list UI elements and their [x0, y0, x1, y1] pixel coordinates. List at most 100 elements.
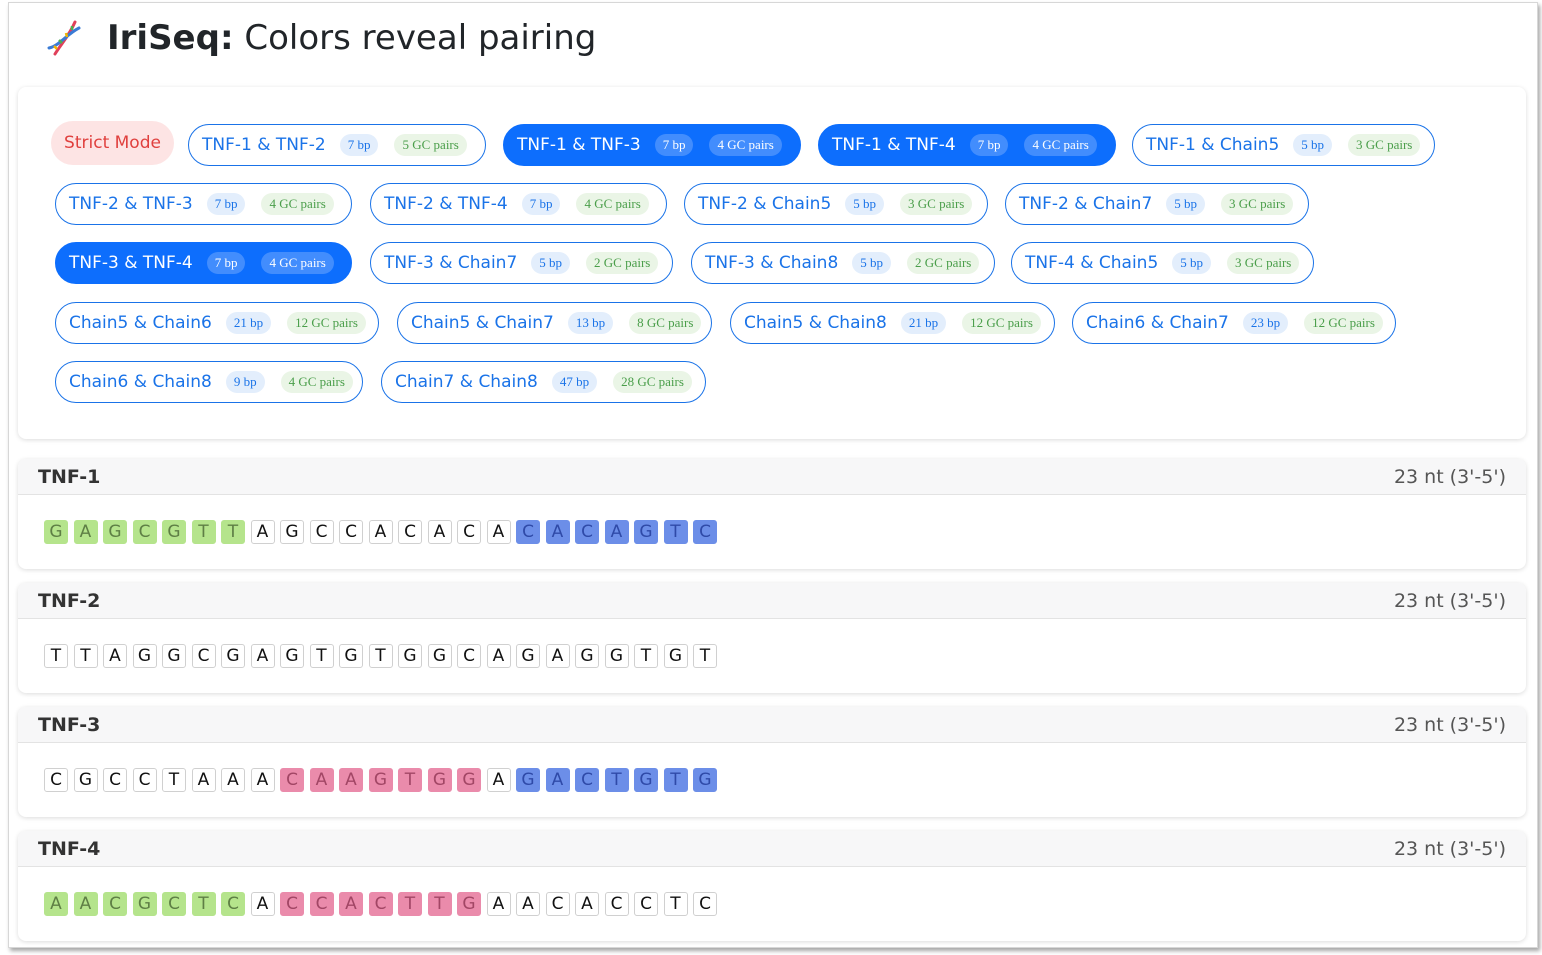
nucleotide[interactable]: C — [604, 892, 629, 916]
nucleotide[interactable]: G — [427, 768, 452, 792]
nucleotide[interactable]: G — [634, 768, 658, 792]
nucleotide[interactable]: T — [191, 520, 216, 544]
nucleotide[interactable]: T — [427, 892, 452, 916]
nucleotide[interactable]: C — [191, 644, 216, 668]
nucleotide[interactable]: A — [44, 892, 68, 916]
nucleotide[interactable]: C — [309, 892, 334, 916]
nucleotide[interactable]: G — [103, 520, 127, 544]
nucleotide[interactable]: G — [604, 644, 629, 668]
nucleotide[interactable]: T — [44, 644, 68, 668]
nucleotide[interactable]: C — [575, 768, 599, 792]
nucleotide[interactable]: G — [398, 644, 422, 668]
nucleotide[interactable]: A — [575, 892, 599, 916]
nucleotide[interactable]: T — [663, 768, 688, 792]
nucleotide[interactable]: C — [162, 892, 186, 916]
nucleotide[interactable]: C — [44, 768, 68, 792]
nucleotide[interactable]: A — [516, 892, 540, 916]
nucleotide[interactable]: G — [427, 644, 452, 668]
nucleotide[interactable]: A — [604, 520, 629, 544]
nucleotide[interactable]: T — [398, 768, 422, 792]
nucleotide[interactable]: G — [516, 768, 540, 792]
nucleotide[interactable]: A — [339, 892, 363, 916]
nucleotide[interactable]: A — [545, 768, 570, 792]
nucleotide[interactable]: A — [73, 892, 98, 916]
nucleotide[interactable]: C — [693, 892, 717, 916]
nucleotide[interactable]: A — [486, 520, 511, 544]
nucleotide[interactable]: A — [250, 520, 275, 544]
nucleotide[interactable]: A — [486, 892, 511, 916]
nucleotide[interactable]: A — [309, 768, 334, 792]
nucleotide[interactable]: G — [221, 644, 245, 668]
nucleotide[interactable]: C — [132, 768, 157, 792]
nucleotide[interactable]: G — [162, 520, 186, 544]
nucleotide[interactable]: G — [663, 644, 688, 668]
nucleotide[interactable]: C — [132, 520, 157, 544]
nucleotide[interactable]: A — [427, 520, 452, 544]
nucleotide[interactable]: A — [486, 644, 511, 668]
pair-pill[interactable]: TNF-2 & Chain5 5 bp 3 GC pairs — [684, 183, 988, 225]
nucleotide[interactable]: C — [457, 520, 481, 544]
pair-pill[interactable]: Chain7 & Chain8 47 bp 28 GC pairs — [381, 361, 706, 403]
nucleotide[interactable]: C — [103, 768, 127, 792]
pair-pill[interactable]: TNF-1 & TNF-3 7 bp 4 GC pairs — [503, 124, 801, 166]
nucleotide[interactable]: C — [280, 892, 304, 916]
nucleotide[interactable]: A — [339, 768, 363, 792]
nucleotide[interactable]: T — [663, 520, 688, 544]
nucleotide[interactable]: T — [634, 644, 658, 668]
nucleotide[interactable]: G — [280, 520, 304, 544]
nucleotide[interactable]: C — [398, 520, 422, 544]
nucleotide[interactable]: T — [162, 768, 186, 792]
nucleotide[interactable]: C — [693, 520, 717, 544]
nucleotide[interactable]: G — [457, 892, 481, 916]
nucleotide[interactable]: A — [545, 520, 570, 544]
nucleotide[interactable]: A — [250, 768, 275, 792]
nucleotide[interactable]: A — [250, 644, 275, 668]
nucleotide[interactable]: C — [634, 892, 658, 916]
nucleotide[interactable]: A — [545, 644, 570, 668]
pair-pill[interactable]: TNF-3 & TNF-4 7 bp 4 GC pairs — [55, 242, 352, 284]
nucleotide[interactable]: G — [339, 644, 363, 668]
nucleotide[interactable]: C — [103, 892, 127, 916]
pair-pill[interactable]: TNF-1 & TNF-4 7 bp 4 GC pairs — [818, 124, 1116, 166]
pair-pill[interactable]: Chain6 & Chain8 9 bp 4 GC pairs — [55, 361, 363, 403]
nucleotide[interactable]: A — [368, 520, 393, 544]
nucleotide[interactable]: C — [457, 644, 481, 668]
nucleotide[interactable]: C — [309, 520, 334, 544]
pair-pill[interactable]: Chain5 & Chain8 21 bp 12 GC pairs — [730, 302, 1055, 344]
nucleotide[interactable]: G — [280, 644, 304, 668]
nucleotide[interactable]: T — [604, 768, 629, 792]
pair-pill[interactable]: TNF-3 & Chain7 5 bp 2 GC pairs — [370, 242, 673, 284]
nucleotide[interactable]: G — [368, 768, 393, 792]
nucleotide[interactable]: T — [398, 892, 422, 916]
nucleotide[interactable]: G — [457, 768, 481, 792]
nucleotide[interactable]: T — [191, 892, 216, 916]
nucleotide[interactable]: T — [73, 644, 98, 668]
nucleotide[interactable]: T — [693, 644, 717, 668]
nucleotide[interactable]: T — [368, 644, 393, 668]
pair-pill[interactable]: Chain6 & Chain7 23 bp 12 GC pairs — [1072, 302, 1396, 344]
pair-pill[interactable]: TNF-2 & TNF-4 7 bp 4 GC pairs — [370, 183, 667, 225]
nucleotide[interactable]: G — [132, 892, 157, 916]
strict-mode-toggle[interactable]: Strict Mode — [51, 121, 174, 165]
pair-pill[interactable]: TNF-2 & TNF-3 7 bp 4 GC pairs — [55, 183, 352, 225]
nucleotide[interactable]: G — [575, 644, 599, 668]
nucleotide[interactable]: A — [103, 644, 127, 668]
nucleotide[interactable]: G — [516, 644, 540, 668]
pair-pill[interactable]: TNF-3 & Chain8 5 bp 2 GC pairs — [691, 242, 995, 284]
nucleotide[interactable]: T — [309, 644, 334, 668]
nucleotide[interactable]: G — [162, 644, 186, 668]
nucleotide[interactable]: C — [516, 520, 540, 544]
nucleotide[interactable]: T — [221, 520, 245, 544]
nucleotide[interactable]: C — [575, 520, 599, 544]
nucleotide[interactable]: G — [132, 644, 157, 668]
nucleotide[interactable]: A — [486, 768, 511, 792]
nucleotide[interactable]: C — [368, 892, 393, 916]
pair-pill[interactable]: Chain5 & Chain7 13 bp 8 GC pairs — [397, 302, 712, 344]
nucleotide[interactable]: A — [191, 768, 216, 792]
pair-pill[interactable]: TNF-1 & Chain5 5 bp 3 GC pairs — [1132, 124, 1435, 166]
nucleotide[interactable]: C — [545, 892, 570, 916]
pair-pill[interactable]: Chain5 & Chain6 21 bp 12 GC pairs — [55, 302, 379, 344]
pair-pill[interactable]: TNF-2 & Chain7 5 bp 3 GC pairs — [1005, 183, 1309, 225]
pair-pill[interactable]: TNF-1 & TNF-2 7 bp 5 GC pairs — [188, 124, 486, 166]
nucleotide[interactable]: G — [44, 520, 68, 544]
